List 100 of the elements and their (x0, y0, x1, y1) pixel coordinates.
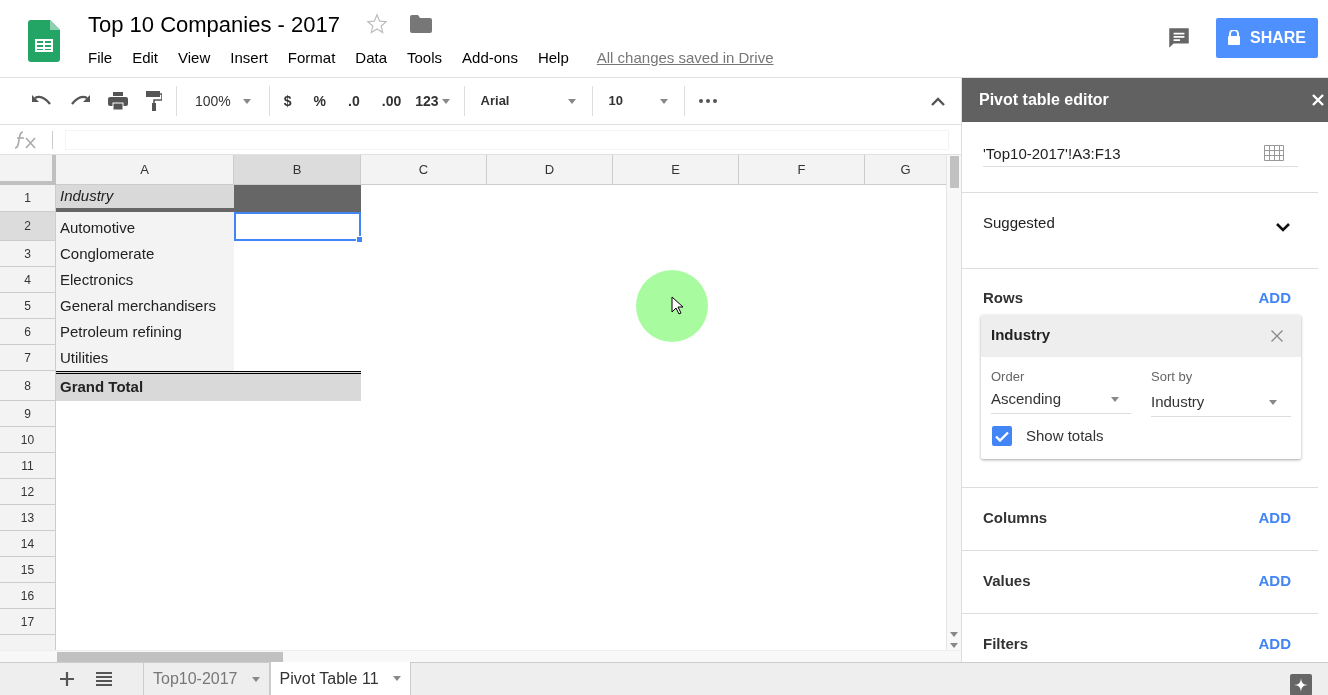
sheet-tab[interactable]: Pivot Table 11 (269, 662, 411, 695)
row-header[interactable]: 8 (0, 371, 56, 401)
lock-icon (1228, 30, 1240, 45)
add-link[interactable]: ADD (1258, 569, 1291, 593)
remove-icon[interactable] (1271, 329, 1283, 342)
row-header[interactable]: 17 (0, 609, 56, 635)
decrease-decimals-button[interactable]: .0 (348, 90, 360, 112)
section-title: Rows (983, 288, 1023, 309)
add-link[interactable]: ADD (1258, 632, 1291, 656)
caret-icon (567, 98, 576, 104)
scroll-down-icon (950, 643, 958, 648)
paint-format-icon[interactable] (146, 91, 162, 111)
menu-item[interactable]: File (88, 46, 113, 70)
star-icon[interactable] (365, 13, 388, 35)
checkbox[interactable] (992, 426, 1012, 446)
caret-icon (242, 98, 251, 104)
selected-cell[interactable] (234, 212, 361, 241)
caret-icon (1269, 400, 1277, 405)
row-header[interactable]: 10 (0, 427, 56, 453)
table-cell: Petroleum refining (56, 319, 234, 345)
zoom-dropdown[interactable]: 100% (177, 86, 270, 116)
table-cell: Grand Total (56, 371, 361, 401)
row-header[interactable]: 6 (0, 319, 56, 345)
menu-item[interactable]: Insert (230, 46, 268, 70)
font-size-dropdown[interactable]: 10 (592, 86, 685, 116)
row-header[interactable]: 11 (0, 453, 56, 479)
order-dropdown[interactable]: Ascending (991, 386, 1131, 414)
menu-item[interactable]: Edit (132, 46, 159, 70)
caret-icon (659, 98, 668, 104)
caret-icon (1111, 397, 1119, 402)
folder-icon[interactable] (409, 15, 432, 33)
table-cell: Industry (56, 185, 234, 212)
field-label: Sort by (1151, 367, 1194, 386)
horizontal-scrollbar[interactable] (0, 650, 961, 662)
sheets-logo-icon[interactable] (28, 20, 60, 62)
undo-icon[interactable] (32, 95, 52, 107)
increase-decimals-button[interactable]: .00 (381, 90, 402, 112)
print-icon[interactable] (108, 92, 128, 110)
document-title[interactable]: Top 10 Companies - 2017 (88, 7, 340, 41)
section-title: Filters (983, 633, 1028, 654)
field-name: Industry (991, 325, 1051, 346)
row-header[interactable]: 13 (0, 505, 56, 531)
row-header[interactable]: 2 (0, 212, 56, 241)
caret-icon (441, 98, 450, 104)
table-cell: Conglomerate (56, 241, 234, 267)
table-cell: Automotive (56, 212, 234, 241)
font-dropdown[interactable]: Arial (464, 86, 593, 116)
more-icon[interactable] (698, 99, 717, 103)
table-cell: Utilities (56, 345, 234, 371)
table-cell: Electronics (56, 267, 234, 293)
collapse-icon[interactable] (931, 96, 945, 106)
row-header[interactable]: 5 (0, 293, 56, 319)
grid-icon[interactable] (1264, 145, 1284, 161)
chevron-icon[interactable] (1275, 221, 1291, 232)
currency-format-button[interactable]: $ (283, 90, 292, 112)
row-header[interactable]: 9 (0, 401, 56, 427)
menu-item[interactable]: Format (287, 46, 336, 70)
row-header[interactable]: 7 (0, 345, 56, 371)
add-link[interactable]: ADD (1258, 287, 1291, 310)
menu-item[interactable]: Tools (407, 46, 443, 70)
sparkle-icon (1294, 678, 1308, 692)
vertical-scrollbar[interactable] (946, 155, 961, 650)
menu-item[interactable]: Help (537, 46, 569, 70)
range-field[interactable]: 'Top10-2017'!A3:F13 (983, 143, 1298, 167)
percent-format-button[interactable]: % (313, 90, 327, 112)
section-title: Suggested (983, 212, 1055, 233)
menu-icon[interactable] (96, 672, 112, 686)
add-link[interactable]: ADD (1258, 506, 1291, 530)
panel-title: Pivot table editor (979, 90, 1109, 110)
menu-item[interactable]: Add-ons (462, 46, 518, 70)
add-sheet-icon[interactable] (60, 672, 74, 686)
row-header[interactable]: 15 (0, 557, 56, 583)
row-header[interactable]: 3 (0, 241, 56, 267)
close-icon[interactable] (1312, 94, 1324, 106)
row-header[interactable]: 12 (0, 479, 56, 505)
table-cell: General merchandisers (56, 293, 234, 319)
section-title: Values (983, 570, 1031, 591)
sheet-tab[interactable]: Top10-2017 (143, 663, 270, 695)
number-format-dropdown[interactable]: 123 (415, 90, 450, 112)
explore-button[interactable] (1290, 674, 1312, 695)
formula-icon (14, 129, 38, 150)
section-title: Columns (983, 507, 1048, 528)
row-header[interactable]: 1 (0, 185, 56, 212)
scroll-up-icon (950, 632, 958, 637)
row-header[interactable]: 14 (0, 531, 56, 557)
scrollbar-thumb[interactable] (949, 156, 959, 188)
sort-dropdown[interactable]: Industry (1151, 386, 1291, 417)
scrollbar-thumb[interactable] (57, 651, 283, 662)
row-header[interactable]: 4 (0, 267, 56, 293)
caret-icon (251, 676, 260, 682)
menu-item[interactable]: View (178, 46, 211, 70)
caret-icon (392, 676, 401, 681)
check-icon (995, 430, 1009, 442)
checkbox-label: Show totals (1026, 425, 1104, 446)
cursor-icon (671, 296, 683, 315)
redo-icon[interactable] (70, 95, 90, 107)
row-header[interactable]: 16 (0, 583, 56, 609)
column-header[interactable]: B (234, 155, 361, 184)
menu-item[interactable]: Data (355, 46, 387, 70)
save-status-link[interactable]: All changes saved in Drive (596, 46, 774, 70)
